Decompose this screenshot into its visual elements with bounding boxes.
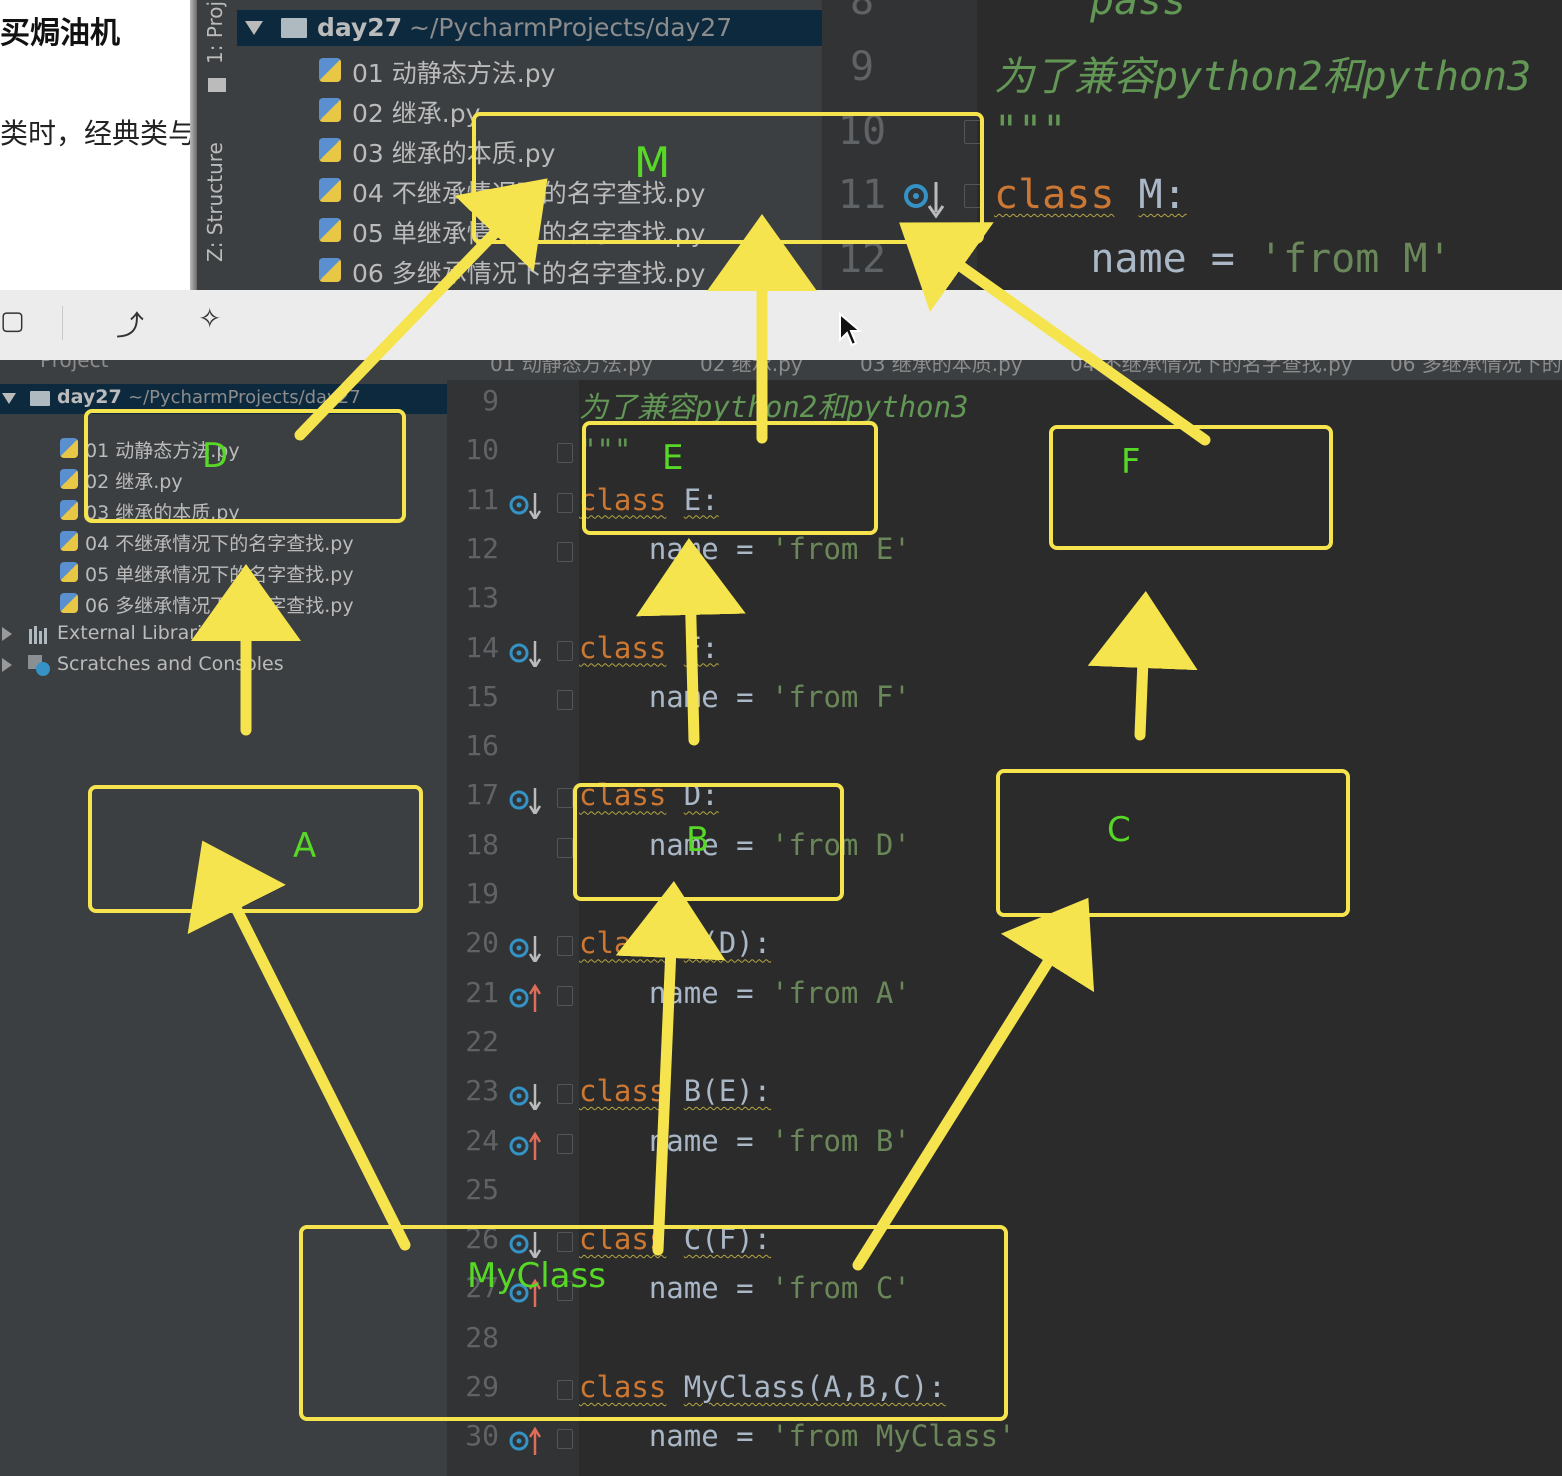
arrow-myclass-to-b: [615, 881, 726, 1256]
label-e: E: [662, 438, 684, 478]
mouse-cursor-icon: [839, 312, 862, 347]
label-f: F: [1121, 442, 1141, 482]
annotation-box-m: [472, 112, 984, 244]
arrow-myclass-to-a: [187, 840, 411, 1251]
label-myclass: MyClass: [467, 1256, 606, 1296]
arrow-myclass-to-c: [852, 897, 1095, 1271]
label-a: A: [293, 826, 317, 866]
annotation-box-d: [84, 409, 406, 523]
arrow-b-to-e: [635, 538, 746, 746]
annotation-box-e: [582, 421, 878, 535]
annotation-box-a: [88, 785, 423, 913]
annotation-box-c: [996, 769, 1350, 917]
label-m: M: [634, 138, 671, 187]
annotation-box-myclass: [299, 1225, 1008, 1421]
annotation-arrows: [187, 178, 1211, 1271]
arrow-c-to-f: [1087, 591, 1198, 741]
annotation-box-f: [1049, 425, 1333, 550]
label-c: C: [1107, 810, 1131, 850]
arrow-f-to-m: [899, 222, 1211, 446]
label-b: B: [686, 820, 710, 860]
label-d: D: [202, 436, 229, 476]
